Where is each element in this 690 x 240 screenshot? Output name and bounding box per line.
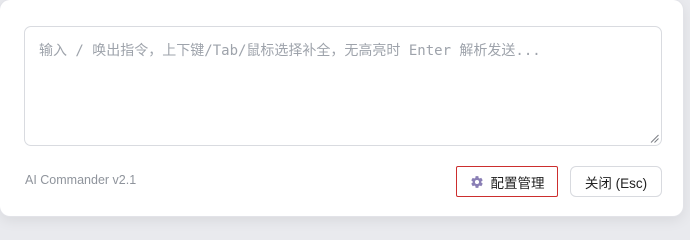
close-button-label: 关闭 (Esc) [584,175,648,191]
config-button-label: 配置管理 [490,175,545,191]
close-button[interactable]: 关闭 (Esc) [570,166,662,197]
command-dialog: AI Commander v2.1 配置管理 关闭 (Esc) [0,0,683,216]
command-input[interactable] [25,27,661,145]
gear-icon [470,175,483,188]
version-label: AI Commander v2.1 [25,173,137,187]
command-input-container [24,26,662,146]
config-button[interactable]: 配置管理 [456,166,558,197]
resize-grip-icon[interactable] [650,134,659,143]
